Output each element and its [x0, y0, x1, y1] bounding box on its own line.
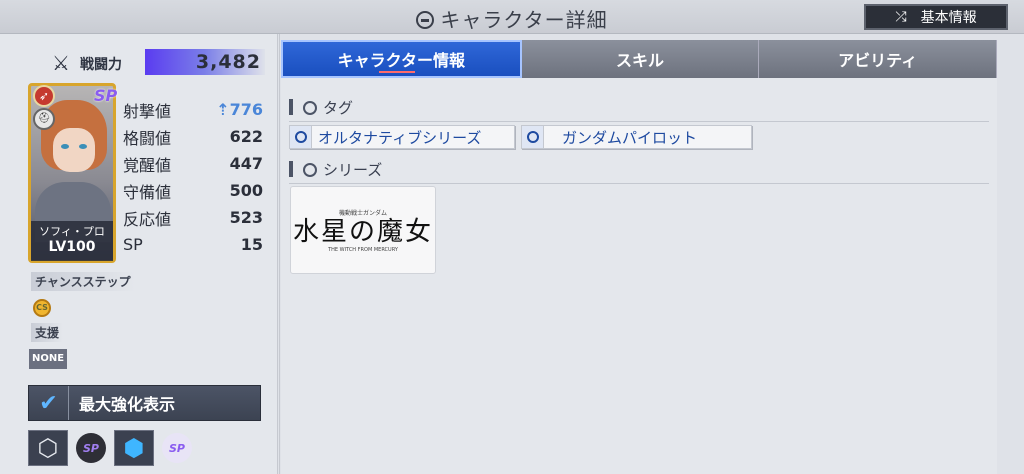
- tags-section-header: タグ: [289, 94, 989, 122]
- tags-title: タグ: [323, 99, 354, 117]
- stat-value: ⇡776: [216, 100, 263, 119]
- series-card[interactable]: 機動戦士ガンダム 水星の魔女 THE WITCH FROM MERCURY: [290, 186, 436, 274]
- series-logo: 水星の魔女: [292, 216, 433, 247]
- name-plate: ソフィ・プロ LV100: [31, 221, 113, 261]
- helmet-icon: [303, 100, 317, 115]
- max-enhance-toggle[interactable]: ✔ 最大強化表示: [28, 385, 261, 421]
- hexagon-outline-icon[interactable]: ⬡: [28, 430, 68, 466]
- pilot-type-icon: ⛑: [33, 108, 55, 130]
- basic-info-button[interactable]: ⤮ 基本情報: [864, 4, 1008, 30]
- chance-step-label: チャンスステップ: [31, 272, 135, 291]
- helmet-icon: [416, 11, 435, 29]
- stat-row-melee: 格闘値 622: [123, 123, 263, 150]
- helmet-icon: [290, 126, 312, 148]
- page-title-text: キャラクター詳細: [440, 8, 608, 32]
- character-name: ソフィ・プロ: [39, 225, 105, 238]
- tab-character-info[interactable]: キャラクター情報: [281, 40, 522, 78]
- stat-row-awaken: 覚醒値 447: [123, 150, 263, 177]
- stat-label: SP: [123, 235, 143, 254]
- max-enhance-label: 最大強化表示: [79, 395, 176, 414]
- panel-divider: [279, 34, 280, 474]
- stat-up-icon: ⇡: [216, 100, 230, 119]
- tag-label: ガンダムパイロット: [562, 128, 698, 147]
- checkmark-icon: ✔: [29, 386, 69, 420]
- series-title: シリーズ: [323, 161, 383, 179]
- series-small-text: 機動戦士ガンダム: [338, 209, 387, 217]
- stats-list: 射撃値 ⇡776 格闘値 622 覚醒値 447 守備値 500 反応値 523 SP 15: [123, 96, 263, 258]
- portrait-eye-left: [61, 144, 69, 149]
- stat-value: 523: [229, 208, 263, 227]
- crossed-swords-icon: ⚔: [52, 51, 70, 75]
- hexagon-filled-icon[interactable]: ⬢: [114, 430, 154, 466]
- stat-value-number: 776: [229, 100, 263, 119]
- rocket-rank-icon: ➶: [33, 85, 55, 107]
- top-bar: キャラクター詳細 ⤮ 基本情報: [0, 0, 1024, 34]
- basic-info-label: 基本情報: [920, 10, 977, 26]
- stat-row-reaction: 反応値 523: [123, 204, 263, 231]
- helmet-icon: [522, 126, 544, 148]
- tag-label: オルタナティブシリーズ: [318, 128, 482, 147]
- stat-row-shooting: 射撃値 ⇡776: [123, 96, 263, 123]
- portrait-eye-right: [79, 144, 87, 149]
- tag-gundam-pilot[interactable]: ガンダムパイロット: [521, 125, 752, 149]
- series-section-header: シリーズ: [289, 156, 989, 184]
- stat-value: 500: [229, 181, 263, 200]
- sp-light-icon[interactable]: SP: [162, 433, 192, 463]
- stat-label: 守備値: [123, 182, 172, 202]
- character-level: LV100: [48, 239, 96, 255]
- chance-step-icon[interactable]: CS: [33, 299, 51, 317]
- character-info-content: タグ オルタナティブシリーズ ガンダムパイロット シリーズ 機動戦士ガンダム 水…: [281, 78, 997, 474]
- bottom-icon-row: ⬡ SP ⬢ SP: [28, 430, 192, 466]
- power-label: 戦闘力: [80, 57, 122, 73]
- shuffle-icon: ⤮: [895, 9, 907, 25]
- helmet-icon: [303, 162, 317, 177]
- stat-label: 格闘値: [123, 128, 172, 148]
- stat-value: 15: [240, 235, 263, 254]
- tag-alternative-series[interactable]: オルタナティブシリーズ: [289, 125, 515, 149]
- sp-dark-icon[interactable]: SP: [76, 433, 106, 463]
- stat-row-sp: SP 15: [123, 231, 263, 258]
- stat-label: 反応値: [123, 209, 172, 229]
- tab-ability[interactable]: アビリティ: [759, 40, 998, 78]
- tab-skill[interactable]: スキル: [521, 40, 760, 78]
- support-none-badge: NONE: [29, 349, 67, 369]
- power-value: 3,482: [195, 51, 261, 73]
- series-subtitle: THE WITCH FROM MERCURY: [328, 246, 398, 253]
- tab-bar: キャラクター情報 スキル アビリティ: [281, 40, 998, 78]
- stat-value: 622: [229, 127, 263, 146]
- sp-rarity-badge: SP: [94, 86, 118, 105]
- stat-row-defense: 守備値 500: [123, 177, 263, 204]
- stat-value: 447: [229, 154, 263, 173]
- portrait-face: [53, 128, 95, 172]
- stat-label: 射撃値: [123, 101, 172, 121]
- power-bar: 3,482: [145, 49, 265, 75]
- support-label: 支援: [31, 323, 64, 342]
- stat-label: 覚醒値: [123, 155, 172, 175]
